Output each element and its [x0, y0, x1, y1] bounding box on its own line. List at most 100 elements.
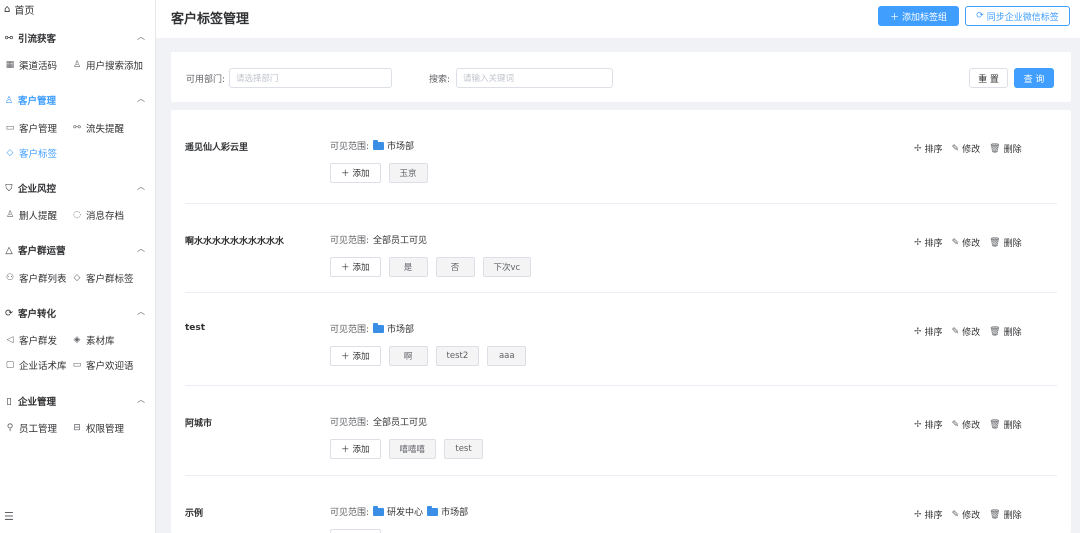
dept-name: 市场部 [441, 508, 469, 518]
tag-chip[interactable]: 嘻嘻嘻 [388, 439, 437, 459]
delete-label: 删除 [1003, 145, 1022, 155]
add-tag-button[interactable]: ＋添加 [330, 439, 381, 459]
sidebar-group-header[interactable]: ⚯ 引流获客 ︿ [0, 31, 156, 45]
search-input[interactable]: 请输入关键词 [456, 68, 613, 88]
delete-button[interactable]: 🗑 删除 [989, 508, 1022, 522]
sidebar-item-user-search[interactable]: ♙ 用户搜索添加 [71, 58, 143, 72]
dept-name: 市场部 [387, 142, 415, 152]
delete-button[interactable]: 🗑 删除 [989, 418, 1021, 432]
sync-wechat-tags-button[interactable]: ⟳ 同步企业微信标签 [965, 6, 1070, 26]
sidebar-group-risk: ⛉ 企业风控 ︿ [0, 181, 156, 195]
sidebar-row: ◇ 客户群标签 [71, 271, 134, 285]
tag-chip[interactable]: 否 [435, 257, 475, 277]
visible-scope-dept: 市场部 [427, 505, 468, 518]
add-tag-group-button[interactable]: ＋ 添加标签组 [878, 6, 959, 26]
add-tag-label: 添加 [352, 169, 370, 179]
sort-label: 排序 [924, 145, 943, 155]
delete-button[interactable]: 🗑 删除 [989, 142, 1022, 156]
sidebar-item-staff[interactable]: ⚲ 员工管理 [4, 421, 57, 435]
tag-chip[interactable]: test [444, 439, 484, 459]
edit-button[interactable]: ✎ 修改 [952, 325, 981, 339]
reset-button[interactable]: 重 置 [969, 68, 1008, 88]
add-tag-button[interactable]: ＋添加 [330, 257, 381, 277]
sidebar-item-channel-qrcode[interactable]: ▦ 渠道活码 [4, 58, 57, 72]
visible-scope-label: 可见范围: [330, 236, 370, 246]
delete-button[interactable]: 🗑 删除 [989, 236, 1021, 250]
edit-button[interactable]: ✎ 修改 [952, 418, 981, 432]
sync-label: 同步企业微信标签 [986, 12, 1059, 23]
chevron-up-icon: ︿ [137, 32, 145, 41]
sidebar-item-delete-reminder[interactable]: ♙ 删人提醒 [4, 208, 57, 222]
tag-group-row: 阿城市 可见范围: 全部员工可见＋添加 嘻嘻嘻 test ✢ 排序 ✎ 修改 🗑 删除 [171, 386, 1071, 476]
sort-button[interactable]: ✢ 排序 [914, 418, 943, 432]
dept-name: 市场部 [387, 325, 415, 335]
tag-group-name: 阿城市 [185, 419, 213, 429]
sort-button[interactable]: ✢ 排序 [914, 325, 943, 339]
chevron-up-icon: ︿ [137, 244, 145, 253]
query-button[interactable]: 查 询 [1014, 68, 1054, 88]
tag-chip[interactable]: test2 [435, 346, 480, 366]
sidebar-group-header[interactable]: △ 客户群运营 ︿ [0, 243, 156, 257]
sidebar-item-customer-tags[interactable]: ◇ 客户标签 [4, 146, 57, 160]
sidebar-item-group-tags[interactable]: ◇ 客户群标签 [71, 271, 134, 285]
add-tag-label: 添加 [352, 352, 370, 362]
tag-group-row: 遥见仙人彩云里 可见范围: 市场部＋添加 玉京 ✢ 排序 ✎ 修改 🗑 删除 [171, 110, 1071, 204]
sidebar-item-mass-send[interactable]: ◁ 客户群发 [4, 333, 57, 347]
sidebar-row: ⚇ 客户群列表 [4, 271, 67, 285]
sidebar-item-customer-manage[interactable]: ▭ 客户管理 [4, 121, 57, 135]
sidebar-group-header[interactable]: ⟳ 客户转化 ︿ [0, 306, 156, 320]
sidebar-group-header[interactable]: ⛉ 企业风控 ︿ [0, 181, 156, 195]
edit-button[interactable]: ✎ 修改 [951, 236, 981, 250]
sidebar-item-lost-reminder[interactable]: ⚯ 流失提醒 [71, 121, 124, 135]
menu-fold-icon[interactable]: ☰ [4, 510, 14, 523]
sidebar-item-message-archive[interactable]: ◌ 消息存档 [71, 208, 124, 222]
visible-scope-label: 可见范围: [330, 508, 370, 518]
sort-label: 排序 [924, 239, 943, 249]
edit-icon: ✎ [951, 237, 960, 248]
tag-chip[interactable]: 玉京 [388, 163, 428, 183]
delete-button[interactable]: 🗑 删除 [989, 325, 1022, 339]
delete-label: 删除 [1003, 511, 1022, 521]
delete-label: 删除 [1003, 328, 1022, 338]
edit-button[interactable]: ✎ 修改 [952, 508, 981, 522]
send-icon: ◁ [6, 335, 14, 345]
sort-button[interactable]: ✢ 排序 [914, 142, 943, 156]
folder-icon [373, 323, 385, 333]
add-tag-button[interactable]: ＋添加 [330, 163, 381, 183]
add-tag-button[interactable]: ＋添加 [330, 346, 381, 366]
edit-button[interactable]: ✎ 修改 [952, 142, 981, 156]
user-icon: ♙ [4, 94, 14, 106]
edit-label: 修改 [962, 511, 981, 521]
sort-button[interactable]: ✢ 排序 [914, 508, 943, 522]
sidebar-home[interactable]: ⌂ 首页 [4, 2, 34, 17]
trash-icon: 🗑 [989, 419, 1001, 430]
sidebar-row: ◈ 素材库 [71, 333, 115, 347]
add-tag-group-label: 添加标签组 [902, 12, 948, 23]
sidebar-group-header[interactable]: ♙ 客户管理 ︿ [0, 93, 156, 107]
sidebar-item-label: 素材库 [86, 336, 115, 347]
sidebar-row: ▭ 客户欢迎语 [71, 358, 134, 372]
filter-panel: 可用部门: 请选择部门 搜索: 请输入关键词 重 置 查 询 [171, 52, 1071, 102]
tag-chip[interactable]: 啊 [388, 346, 428, 366]
sidebar-group-enterprise: ▯ 企业管理 ︿ [0, 394, 156, 408]
tag-chip[interactable]: aaa [487, 346, 527, 366]
edit-label: 修改 [962, 145, 981, 155]
sidebar-group-title: 企业风控 [18, 184, 57, 195]
trash-icon: 🗑 [989, 237, 1001, 248]
sidebar-item-script-library[interactable]: ▢ 企业话术库 [4, 358, 67, 372]
sidebar-item-welcome[interactable]: ▭ 客户欢迎语 [71, 358, 134, 372]
sidebar-row: ⚲ 员工管理 [4, 421, 57, 435]
sidebar-item-group-list[interactable]: ⚇ 客户群列表 [4, 271, 67, 285]
tag-chip[interactable]: 是 [388, 257, 428, 277]
sidebar-group-header[interactable]: ▯ 企业管理 ︿ [0, 394, 156, 408]
user-search-icon: ♙ [72, 60, 82, 70]
trash-icon: 🗑 [989, 143, 1001, 154]
add-tag-button[interactable]: ＋添加 [330, 529, 381, 533]
tag-chip[interactable]: 下次vc [482, 257, 532, 277]
dept-select[interactable]: 请选择部门 [229, 68, 392, 88]
sort-button[interactable]: ✢ 排序 [914, 236, 943, 250]
dept-name: 研发中心 [387, 508, 424, 518]
tag-list: ＋添加 嘻嘻嘻 test [330, 439, 484, 459]
sidebar-item-permission[interactable]: ⊟ 权限管理 [71, 421, 124, 435]
sidebar-item-material[interactable]: ◈ 素材库 [71, 333, 115, 347]
